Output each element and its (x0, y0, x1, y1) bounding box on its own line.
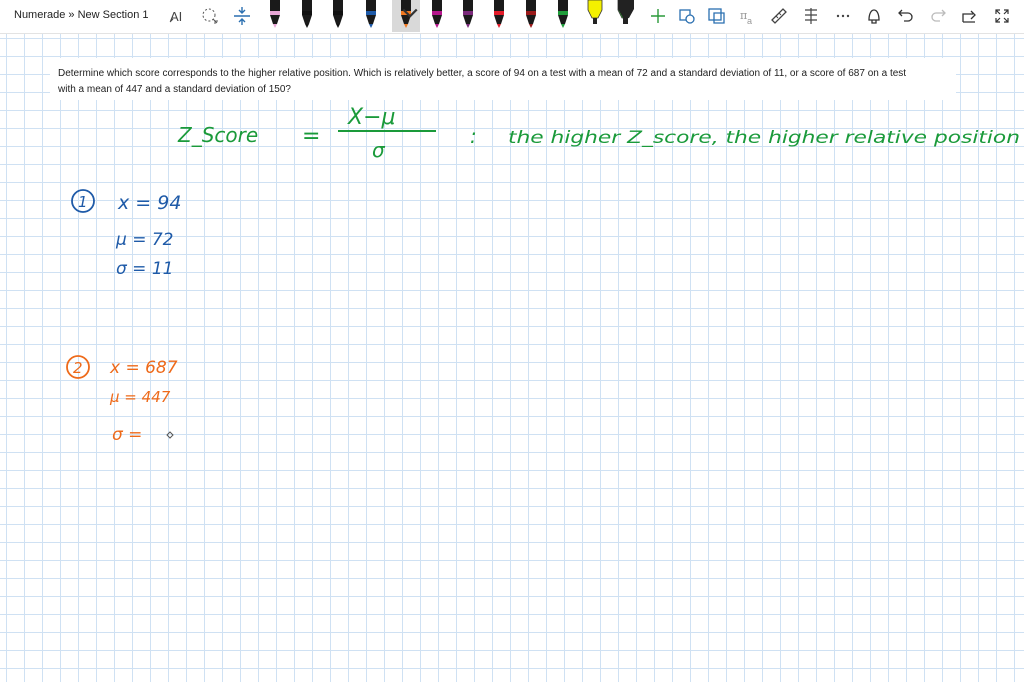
pen-dark-red[interactable] (522, 0, 540, 30)
lasso-select-icon[interactable] (198, 4, 222, 28)
pen-red[interactable] (490, 0, 508, 30)
chevron-down-icon[interactable] (401, 0, 419, 29)
highlighter-yellow[interactable] (586, 0, 604, 30)
pen-orange-selected[interactable] (392, 0, 420, 32)
fullscreen-icon[interactable] (990, 4, 1014, 28)
question-line-2: with a mean of 447 and a standard deviat… (58, 84, 291, 95)
pen-dark-purple[interactable] (459, 0, 477, 30)
redo-icon[interactable] (926, 4, 950, 28)
question-text: Determine which score corresponds to the… (50, 58, 956, 100)
share-icon[interactable] (958, 4, 982, 28)
pen-black-2[interactable] (329, 0, 347, 30)
more-icon[interactable] (831, 4, 855, 28)
toolbar: Numerade » New Section 1 AI πa (0, 0, 1024, 34)
pen-blue[interactable] (362, 0, 380, 30)
question-line-1: Determine which score corresponds to the… (58, 68, 907, 79)
pen-pink-marker[interactable] (266, 0, 284, 30)
breadcrumb[interactable]: Numerade » New Section 1 (14, 9, 149, 21)
ink-to-math-icon[interactable]: πa (737, 4, 761, 28)
ruler-icon[interactable] (767, 4, 791, 28)
pen-green[interactable] (554, 0, 572, 30)
undo-icon[interactable] (894, 4, 918, 28)
ink-replay-icon[interactable] (799, 4, 823, 28)
pen-purple[interactable] (428, 0, 446, 30)
ink-to-text-icon[interactable] (705, 4, 729, 28)
lasso-type-icon[interactable]: AI (166, 4, 190, 28)
add-pen-icon[interactable] (646, 4, 670, 28)
svg-text:AI: AI (170, 9, 182, 24)
insert-space-icon[interactable] (230, 4, 254, 28)
svg-text:a: a (747, 16, 752, 26)
pen-black-1[interactable] (298, 0, 316, 30)
touch-drawing-icon[interactable] (862, 4, 886, 28)
pen-dark[interactable] (617, 0, 635, 30)
ink-to-shape-icon[interactable] (675, 4, 699, 28)
notebook-canvas[interactable] (0, 34, 1024, 682)
